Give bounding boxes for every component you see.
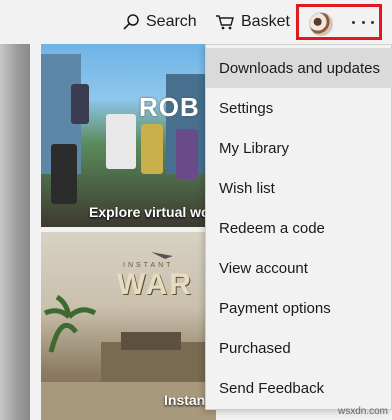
character-figure: [51, 144, 77, 204]
basket-label: Basket: [241, 13, 290, 30]
menu-item-redeem-a-code[interactable]: Redeem a code: [206, 208, 392, 248]
tile-caption: Instan: [164, 392, 206, 408]
character-figure: [176, 129, 198, 179]
search-icon: [123, 14, 139, 30]
watermark: wsxdn.com: [337, 406, 388, 417]
roblox-logo: ROB: [139, 92, 200, 122]
menu-item-payment-options[interactable]: Payment options: [206, 288, 392, 328]
menu-item-downloads-and-updates[interactable]: Downloads and updates: [206, 48, 392, 88]
basket-icon: [216, 15, 234, 30]
more-options-button[interactable]: [349, 10, 377, 34]
search-button[interactable]: Search: [122, 8, 197, 36]
more-dot-icon: [371, 20, 374, 24]
instant-war-tile[interactable]: INSTANT WAR Instan: [41, 232, 216, 420]
avatar[interactable]: [309, 12, 333, 36]
menu-item-my-library[interactable]: My Library: [206, 128, 392, 168]
menu-item-send-feedback[interactable]: Send Feedback: [206, 368, 392, 408]
basket-button[interactable]: Basket: [215, 8, 290, 36]
account-menu: Downloads and updates Settings My Librar…: [205, 44, 392, 410]
search-label: Search: [146, 13, 197, 30]
tile-caption: Explore virtual wo: [89, 204, 210, 220]
menu-item-wish-list[interactable]: Wish list: [206, 168, 392, 208]
character-figure: [106, 114, 136, 169]
top-bar: Search Basket: [0, 0, 392, 44]
character-figure: [71, 84, 89, 124]
more-dot-icon: [352, 20, 355, 24]
roblox-tile[interactable]: ROB Explore virtual wo: [41, 44, 216, 227]
menu-item-view-account[interactable]: View account: [206, 248, 392, 288]
left-tile-edge: [0, 44, 30, 420]
account-highlight-box: [296, 4, 382, 40]
character-figure: [141, 124, 163, 174]
menu-item-purchased[interactable]: Purchased: [206, 328, 392, 368]
menu-item-settings[interactable]: Settings: [206, 88, 392, 128]
more-dot-icon: [361, 20, 365, 24]
